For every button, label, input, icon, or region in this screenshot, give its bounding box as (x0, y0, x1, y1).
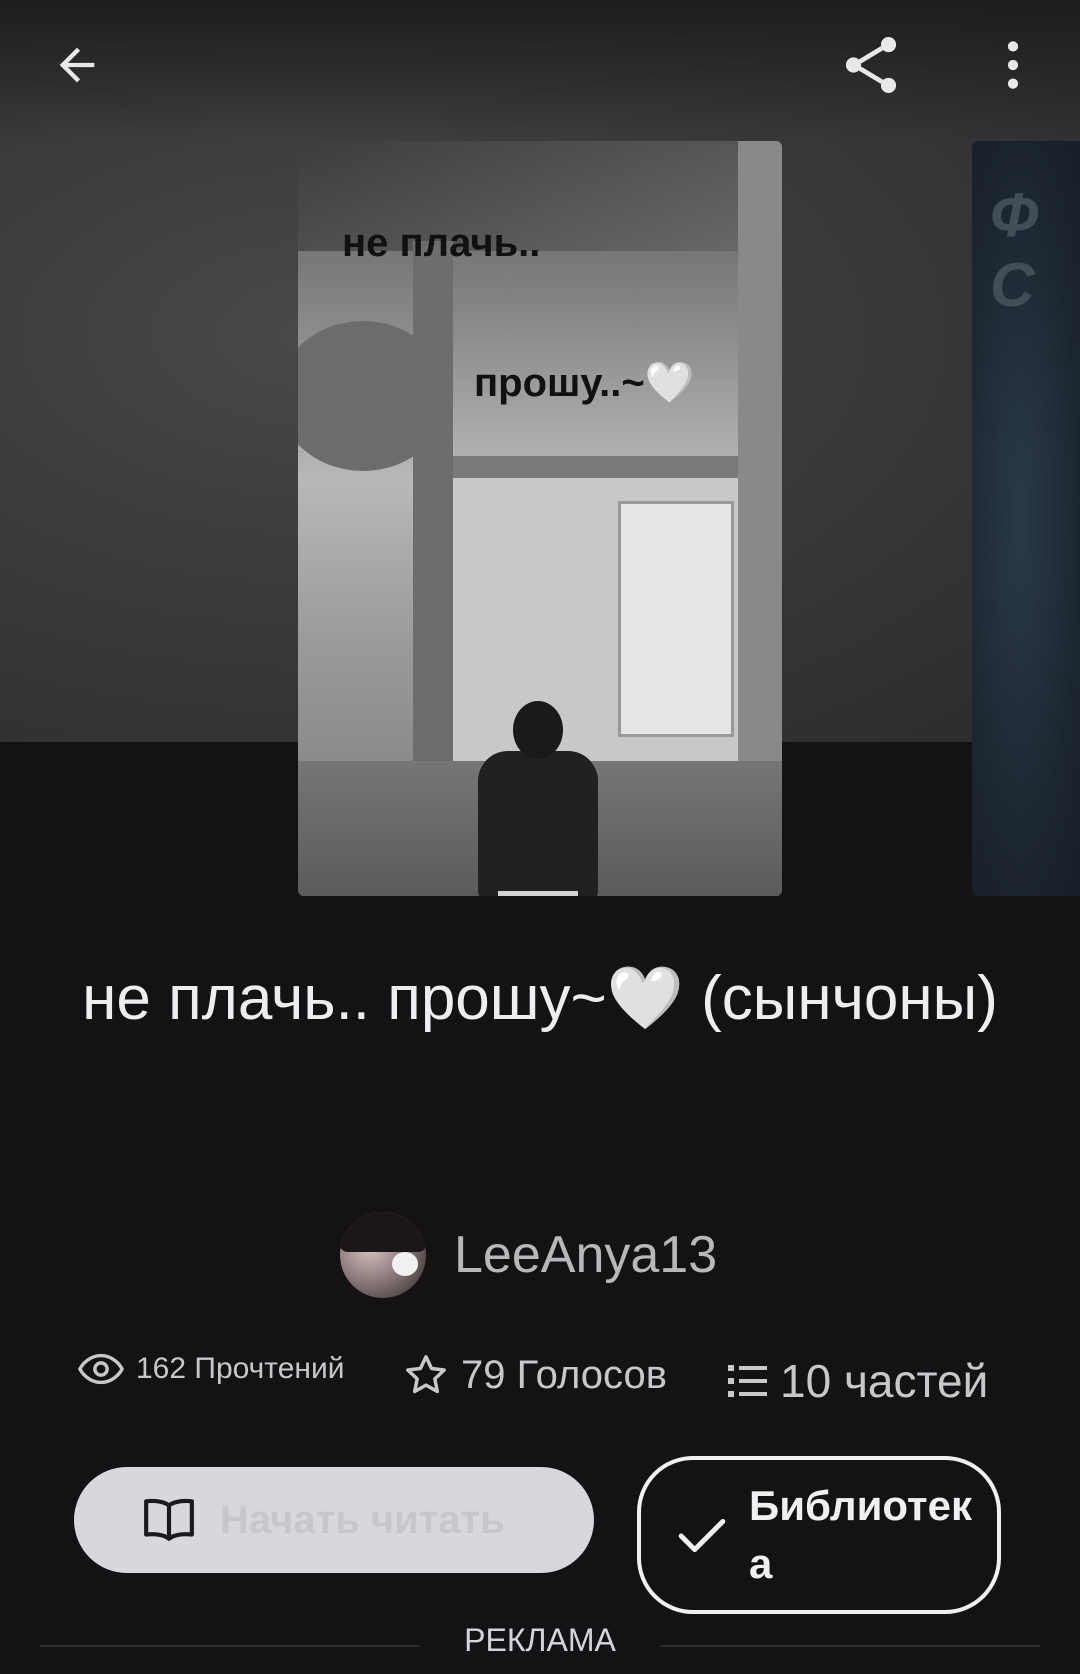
parts-count: 10 частей (780, 1355, 989, 1407)
eye-icon (78, 1353, 124, 1385)
share-icon (845, 37, 897, 93)
reads-count: 162 Прочтений (136, 1352, 345, 1385)
votes-count: 79 Голосов (461, 1352, 667, 1397)
cover-caption: прошу..~🤍 (474, 361, 695, 405)
cover-caption: не плачь.. (342, 221, 541, 265)
more-vertical-icon (1007, 41, 1019, 89)
divider (660, 1645, 1040, 1647)
reads-stat: 162 Прочтений (78, 1352, 344, 1386)
start-reading-button[interactable]: Начать читать (74, 1467, 594, 1573)
check-icon (678, 1518, 726, 1553)
book-open-icon (144, 1498, 194, 1541)
library-label: Библиотека (749, 1482, 972, 1587)
cover-vending-machine (618, 501, 734, 737)
cover-pillar (413, 241, 453, 801)
star-icon (406, 1355, 446, 1394)
share-button[interactable] (836, 30, 906, 100)
next-story-cover[interactable]: Ф С (972, 141, 1080, 896)
list-icon (728, 1365, 767, 1397)
author-row[interactable]: LeeAnya13 (340, 1210, 717, 1300)
next-cover-caption: Ф С (990, 181, 1039, 320)
back-button[interactable] (42, 30, 112, 100)
story-title: не плачь.. прошу~🤍 (сынчоны) (82, 964, 998, 1033)
story-cover[interactable]: не плачь.. прошу..~🤍 (298, 141, 782, 896)
cover-person (458, 701, 598, 896)
divider (40, 1645, 420, 1647)
more-options-button[interactable] (978, 30, 1048, 100)
ad-label: РЕКЛАМА (464, 1622, 616, 1658)
avatar[interactable] (340, 1212, 426, 1298)
arrow-left-icon (59, 47, 95, 83)
top-app-bar (0, 0, 1080, 130)
library-button[interactable]: Библиотека (637, 1456, 1001, 1614)
parts-stat[interactable]: 10 частей (728, 1354, 988, 1408)
start-reading-label: Начать читать (220, 1497, 505, 1542)
story-stats: 162 Прочтений 79 Голосов 10 частей (78, 1352, 1028, 1412)
author-name[interactable]: LeeAnya13 (454, 1225, 717, 1285)
votes-stat: 79 Голосов (403, 1352, 667, 1398)
